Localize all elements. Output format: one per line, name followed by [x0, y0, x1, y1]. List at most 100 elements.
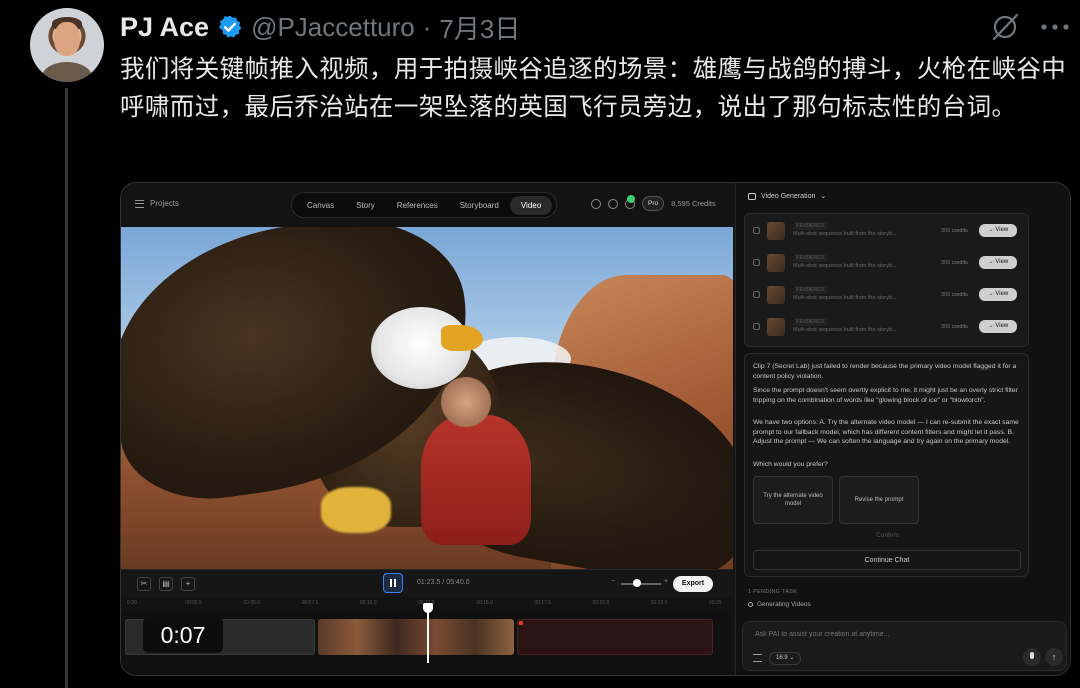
- timeline-clip-failed[interactable]: [517, 619, 713, 655]
- view-button[interactable]: → View: [979, 288, 1017, 301]
- ruler-tick: 00:05.0: [243, 600, 261, 606]
- task-checkbox[interactable]: [753, 323, 760, 330]
- task-thumbnail: [767, 254, 785, 272]
- message-paragraph: Which would you prefer?: [753, 461, 828, 468]
- eagle-beak: [441, 325, 483, 351]
- zoom-slider-track[interactable]: [621, 583, 661, 585]
- pause-button[interactable]: [383, 573, 403, 593]
- pending-task[interactable]: Generating Videos: [748, 601, 811, 608]
- avatar-shirt: [42, 62, 92, 82]
- verified-badge-icon: [218, 15, 242, 38]
- zoom-slider-handle[interactable]: [633, 579, 641, 587]
- tab-canvas[interactable]: Canvas: [296, 196, 345, 215]
- continue-chat-button[interactable]: Continue Chat: [753, 550, 1021, 570]
- task-status: RENDERED: [793, 286, 828, 294]
- thread-line: [65, 88, 68, 688]
- ruler-tick: 00:02.5: [185, 600, 202, 606]
- chat-input[interactable]: [755, 631, 1035, 638]
- ruler-tick: 00:07.5: [301, 600, 319, 606]
- add-icon[interactable]: +: [181, 577, 195, 591]
- menu-icon: [135, 199, 144, 208]
- task-credits: 300 credits: [941, 260, 968, 266]
- tweet-media[interactable]: Projects Canvas Story References Storybo…: [120, 182, 1071, 676]
- task-thumbnail: [767, 286, 785, 304]
- credits-count: 8,595 Credits: [671, 199, 716, 208]
- task-credits: 300 credits: [941, 324, 968, 330]
- task-list: RENDERED Multi-shot sequence built from …: [744, 213, 1029, 347]
- error-marker: [519, 621, 523, 625]
- send-button[interactable]: ↑: [1045, 648, 1063, 666]
- chat-composer: 16:9 ⌄ ↑: [742, 621, 1067, 671]
- ruler-tick: 0:00: [127, 600, 137, 606]
- panel-title: Video Generation: [761, 192, 816, 200]
- chevron-down-icon: ⌄: [820, 193, 827, 200]
- aspect-ratio-value: 16:9: [776, 655, 788, 661]
- post-date[interactable]: 7月3日: [439, 9, 520, 46]
- task-credits: 300 credits: [941, 228, 968, 234]
- handle[interactable]: @PJaccetturo: [251, 12, 415, 43]
- confirm-button[interactable]: Confirm: [745, 532, 1030, 539]
- ruler-tick: 00:17.5: [534, 600, 552, 606]
- tweet-text: 我们将关键帧推入视频，用于拍摄峡谷追逐的场景：雄鹰与战鸽的搏斗，火枪在峡谷中呼啸…: [120, 54, 1067, 121]
- aspect-ratio-select[interactable]: 16:9 ⌄: [769, 652, 802, 665]
- clip-icon[interactable]: ▤: [159, 577, 173, 591]
- task-checkbox[interactable]: [753, 291, 760, 298]
- task-description: Multi-shot sequence built from the story…: [793, 327, 897, 333]
- message-paragraph: Since the prompt doesn't seem overtly ex…: [753, 387, 1018, 404]
- notifications-icon[interactable]: [608, 198, 618, 209]
- nav-tabs: Canvas Story References Storyboard Video: [291, 192, 558, 218]
- avatar[interactable]: [30, 8, 104, 82]
- ruler-tick: 00:20.0: [592, 600, 610, 606]
- online-indicator: [627, 195, 635, 203]
- timeline-clip-thumbnails[interactable]: [318, 619, 514, 655]
- help-icon[interactable]: [591, 198, 601, 209]
- export-button[interactable]: Export: [673, 576, 713, 592]
- zoom-in-icon[interactable]: +: [664, 578, 668, 585]
- tab-references[interactable]: References: [386, 196, 449, 215]
- view-button[interactable]: → View: [979, 224, 1017, 237]
- list-item: RENDERED Multi-shot sequence built from …: [753, 220, 1023, 242]
- eagle-talon: [321, 487, 391, 533]
- video-preview[interactable]: [121, 227, 733, 569]
- rider-red-coat-head: [441, 377, 491, 427]
- task-checkbox[interactable]: [753, 259, 760, 266]
- current-time-overlay: 0:07: [143, 617, 223, 653]
- task-checkbox[interactable]: [753, 227, 760, 234]
- timecode: 01:23.5 / 05:40.0: [417, 579, 470, 586]
- view-button[interactable]: → View: [979, 320, 1017, 333]
- panel-header[interactable]: Video Generation ⌄: [748, 192, 826, 200]
- task-thumbnail: [767, 318, 785, 336]
- top-right-controls: Pro 8,595 Credits: [591, 196, 716, 211]
- task-description: Multi-shot sequence built from the story…: [793, 263, 897, 269]
- task-credits: 300 credits: [941, 292, 968, 298]
- list-item: RENDERED Multi-shot sequence built from …: [753, 284, 1023, 306]
- microphone-button[interactable]: [1023, 648, 1041, 666]
- list-item: RENDERED Multi-shot sequence built from …: [753, 316, 1023, 338]
- task-status: RENDERED: [793, 254, 828, 262]
- playhead-handle[interactable]: [423, 603, 433, 613]
- more-icon[interactable]: [1040, 18, 1070, 36]
- video-generation-panel: Video Generation ⌄ RENDERED Multi-shot s…: [735, 183, 1070, 675]
- grok-icon[interactable]: [990, 12, 1020, 42]
- settings-sliders-icon[interactable]: [753, 654, 762, 662]
- chat-icon: [748, 192, 756, 200]
- option-revise-prompt-button[interactable]: Revise the prompt: [839, 476, 919, 524]
- tab-video[interactable]: Video: [509, 195, 553, 215]
- ruler-tick: 00:10.0: [359, 600, 377, 606]
- task-status: RENDERED: [793, 318, 828, 326]
- view-button[interactable]: → View: [979, 256, 1017, 269]
- pro-badge[interactable]: Pro: [642, 196, 665, 211]
- tab-storyboard[interactable]: Storyboard: [449, 196, 510, 215]
- scissors-icon[interactable]: ✂: [137, 577, 151, 591]
- tab-story[interactable]: Story: [345, 196, 386, 215]
- pending-task-label: Generating Videos: [757, 601, 811, 608]
- avatar-face: [54, 22, 80, 56]
- timeline-toolbar: ✂ ▤ + 01:23.5 / 05:40.0 − + Export: [121, 569, 733, 597]
- ruler-tick: 00:15.0: [476, 600, 493, 606]
- option-alternate-model-button[interactable]: Try the alternate video model: [753, 476, 833, 524]
- zoom-out-icon[interactable]: −: [611, 578, 615, 585]
- projects-menu[interactable]: Projects: [135, 199, 179, 208]
- separator-dot: ·: [422, 11, 432, 42]
- spinner-icon: [748, 602, 753, 607]
- display-name[interactable]: PJ Ace: [120, 12, 209, 43]
